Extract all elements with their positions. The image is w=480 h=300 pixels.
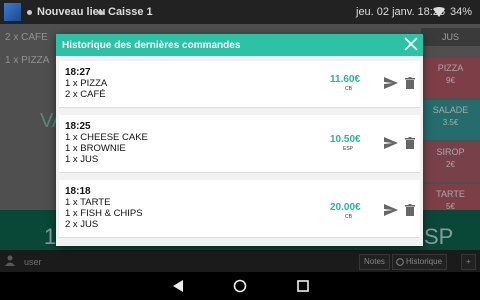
send-icon[interactable] <box>384 77 398 89</box>
dialog-header: Historique des dernières commandes <box>56 34 423 56</box>
order-item: 2 x CAFÉ <box>65 89 106 100</box>
wifi-icon <box>433 7 445 17</box>
trash-icon[interactable] <box>405 77 415 89</box>
close-icon[interactable] <box>403 36 419 52</box>
order-card[interactable]: 18:27 1 x PIZZA 2 x CAFÉ 11.60€ CB <box>59 61 420 108</box>
send-icon[interactable] <box>384 204 398 216</box>
screen: Nouveau lieu Caisse 1 jeu. 02 janv. 18:2… <box>0 0 480 300</box>
order-amount: 10.50€ <box>330 134 361 145</box>
payment-method: CB <box>345 214 352 220</box>
trash-icon[interactable] <box>405 204 415 216</box>
datetime: jeu. 02 janv. 18:26 <box>356 6 446 18</box>
home-circle-icon[interactable] <box>233 279 247 293</box>
register-label[interactable]: Caisse 1 <box>108 6 153 18</box>
order-item: 1 x JUS <box>65 154 99 165</box>
back-triangle-icon[interactable] <box>172 279 184 293</box>
order-item: 1 x CHEESE CAKE <box>65 132 148 143</box>
order-item: 1 x FISH & CHIPS <box>65 208 143 219</box>
recents-square-icon[interactable] <box>297 280 309 292</box>
order-card[interactable]: 18:25 1 x CHEESE CAKE 1 x BROWNIE 1 x JU… <box>59 115 420 173</box>
battery-level: 34% <box>450 6 473 18</box>
register-dot-icon <box>98 10 103 15</box>
payment-method: CB <box>345 86 352 92</box>
send-icon[interactable] <box>384 137 398 149</box>
status-bar: Nouveau lieu Caisse 1 jeu. 02 janv. 18:2… <box>0 0 480 24</box>
order-item: 1 x BROWNIE <box>65 143 126 154</box>
payment-method: ESP <box>343 146 354 152</box>
order-item: 1 x PIZZA <box>65 78 108 89</box>
location-label[interactable]: Nouveau lieu <box>37 6 105 18</box>
order-item: 1 x TARTE <box>65 197 111 208</box>
order-amount: 11.60€ <box>330 74 361 85</box>
order-time: 18:18 <box>65 186 91 197</box>
order-card[interactable]: 18:18 1 x TARTE 1 x FISH & CHIPS 2 x JUS… <box>59 180 420 238</box>
order-time: 18:25 <box>65 121 91 132</box>
order-amount: 20.00€ <box>330 202 361 213</box>
location-dot-icon <box>27 10 32 15</box>
android-nav-bar <box>0 272 480 300</box>
order-time: 18:27 <box>65 67 91 78</box>
order-history-dialog: Historique des dernières commandes 18:27… <box>56 34 423 246</box>
order-item: 2 x JUS <box>65 219 99 230</box>
app-icon <box>4 3 21 21</box>
trash-icon[interactable] <box>405 137 415 149</box>
dialog-title: Historique des dernières commandes <box>62 40 241 51</box>
